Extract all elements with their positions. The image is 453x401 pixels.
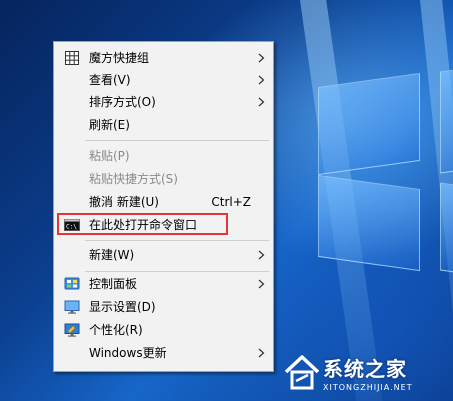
menu-item-display-settings[interactable]: 显示设置(D) bbox=[56, 296, 271, 318]
menu-item-view[interactable]: 查看(V) bbox=[56, 69, 271, 91]
chevron-right-icon bbox=[258, 75, 265, 85]
menu-item-windows-update[interactable]: Windows更新 bbox=[56, 342, 271, 364]
menu-item-label: 刷新(E) bbox=[89, 118, 130, 132]
chevron-right-icon bbox=[258, 53, 265, 63]
menu-item-label: 显示设置(D) bbox=[89, 300, 156, 314]
menu-separator bbox=[85, 140, 269, 141]
menu-item-control-panel[interactable]: 控制面板 bbox=[56, 273, 271, 295]
chevron-right-icon bbox=[258, 97, 265, 107]
house-logo-icon bbox=[284, 355, 320, 390]
menu-item-mofang-group[interactable]: 魔方快捷组 bbox=[56, 47, 271, 69]
menu-item-undo-new[interactable]: 撤消 新建(U) Ctrl+Z bbox=[56, 191, 271, 213]
watermark-subtitle: XITONGZHIJIA.NET bbox=[323, 383, 413, 392]
menu-item-personalize[interactable]: 个性化(R) bbox=[56, 319, 271, 341]
menu-item-label: 粘贴快捷方式(S) bbox=[89, 172, 178, 186]
desktop-context-menu: 魔方快捷组 查看(V) 排序方式(O) 刷新(E) 粘贴(P) 粘贴快捷方式(S… bbox=[53, 41, 274, 372]
menu-item-label: 粘贴(P) bbox=[89, 149, 130, 163]
grid-icon bbox=[65, 51, 79, 65]
chevron-right-icon bbox=[258, 250, 265, 260]
menu-item-sort-by[interactable]: 排序方式(O) bbox=[56, 91, 271, 113]
menu-item-label: 新建(W) bbox=[89, 248, 135, 262]
menu-item-label: 个性化(R) bbox=[89, 323, 143, 337]
chevron-right-icon bbox=[258, 279, 265, 289]
menu-item-label: Windows更新 bbox=[89, 346, 167, 360]
personalize-icon bbox=[64, 323, 80, 337]
menu-item-paste-shortcut: 粘贴快捷方式(S) bbox=[56, 168, 271, 190]
menu-item-label: 撤消 新建(U) bbox=[89, 195, 159, 209]
menu-item-refresh[interactable]: 刷新(E) bbox=[56, 114, 271, 136]
menu-item-label: 排序方式(O) bbox=[89, 95, 156, 109]
watermark: 系统之家 XITONGZHIJIA.NET bbox=[283, 350, 451, 396]
menu-item-label: 查看(V) bbox=[89, 73, 131, 87]
menu-item-label: 魔方快捷组 bbox=[89, 51, 150, 65]
menu-separator bbox=[85, 271, 269, 272]
menu-item-shortcut: Ctrl+Z bbox=[211, 195, 251, 209]
menu-item-new[interactable]: 新建(W) bbox=[56, 244, 271, 266]
watermark-title: 系统之家 bbox=[323, 357, 407, 381]
chevron-right-icon bbox=[258, 348, 265, 358]
control-panel-icon bbox=[64, 277, 80, 290]
highlight-annotation-box bbox=[57, 213, 228, 235]
menu-item-paste: 粘贴(P) bbox=[56, 145, 271, 167]
menu-item-label: 控制面板 bbox=[89, 277, 138, 291]
menu-separator bbox=[85, 240, 269, 241]
display-icon bbox=[64, 300, 80, 314]
